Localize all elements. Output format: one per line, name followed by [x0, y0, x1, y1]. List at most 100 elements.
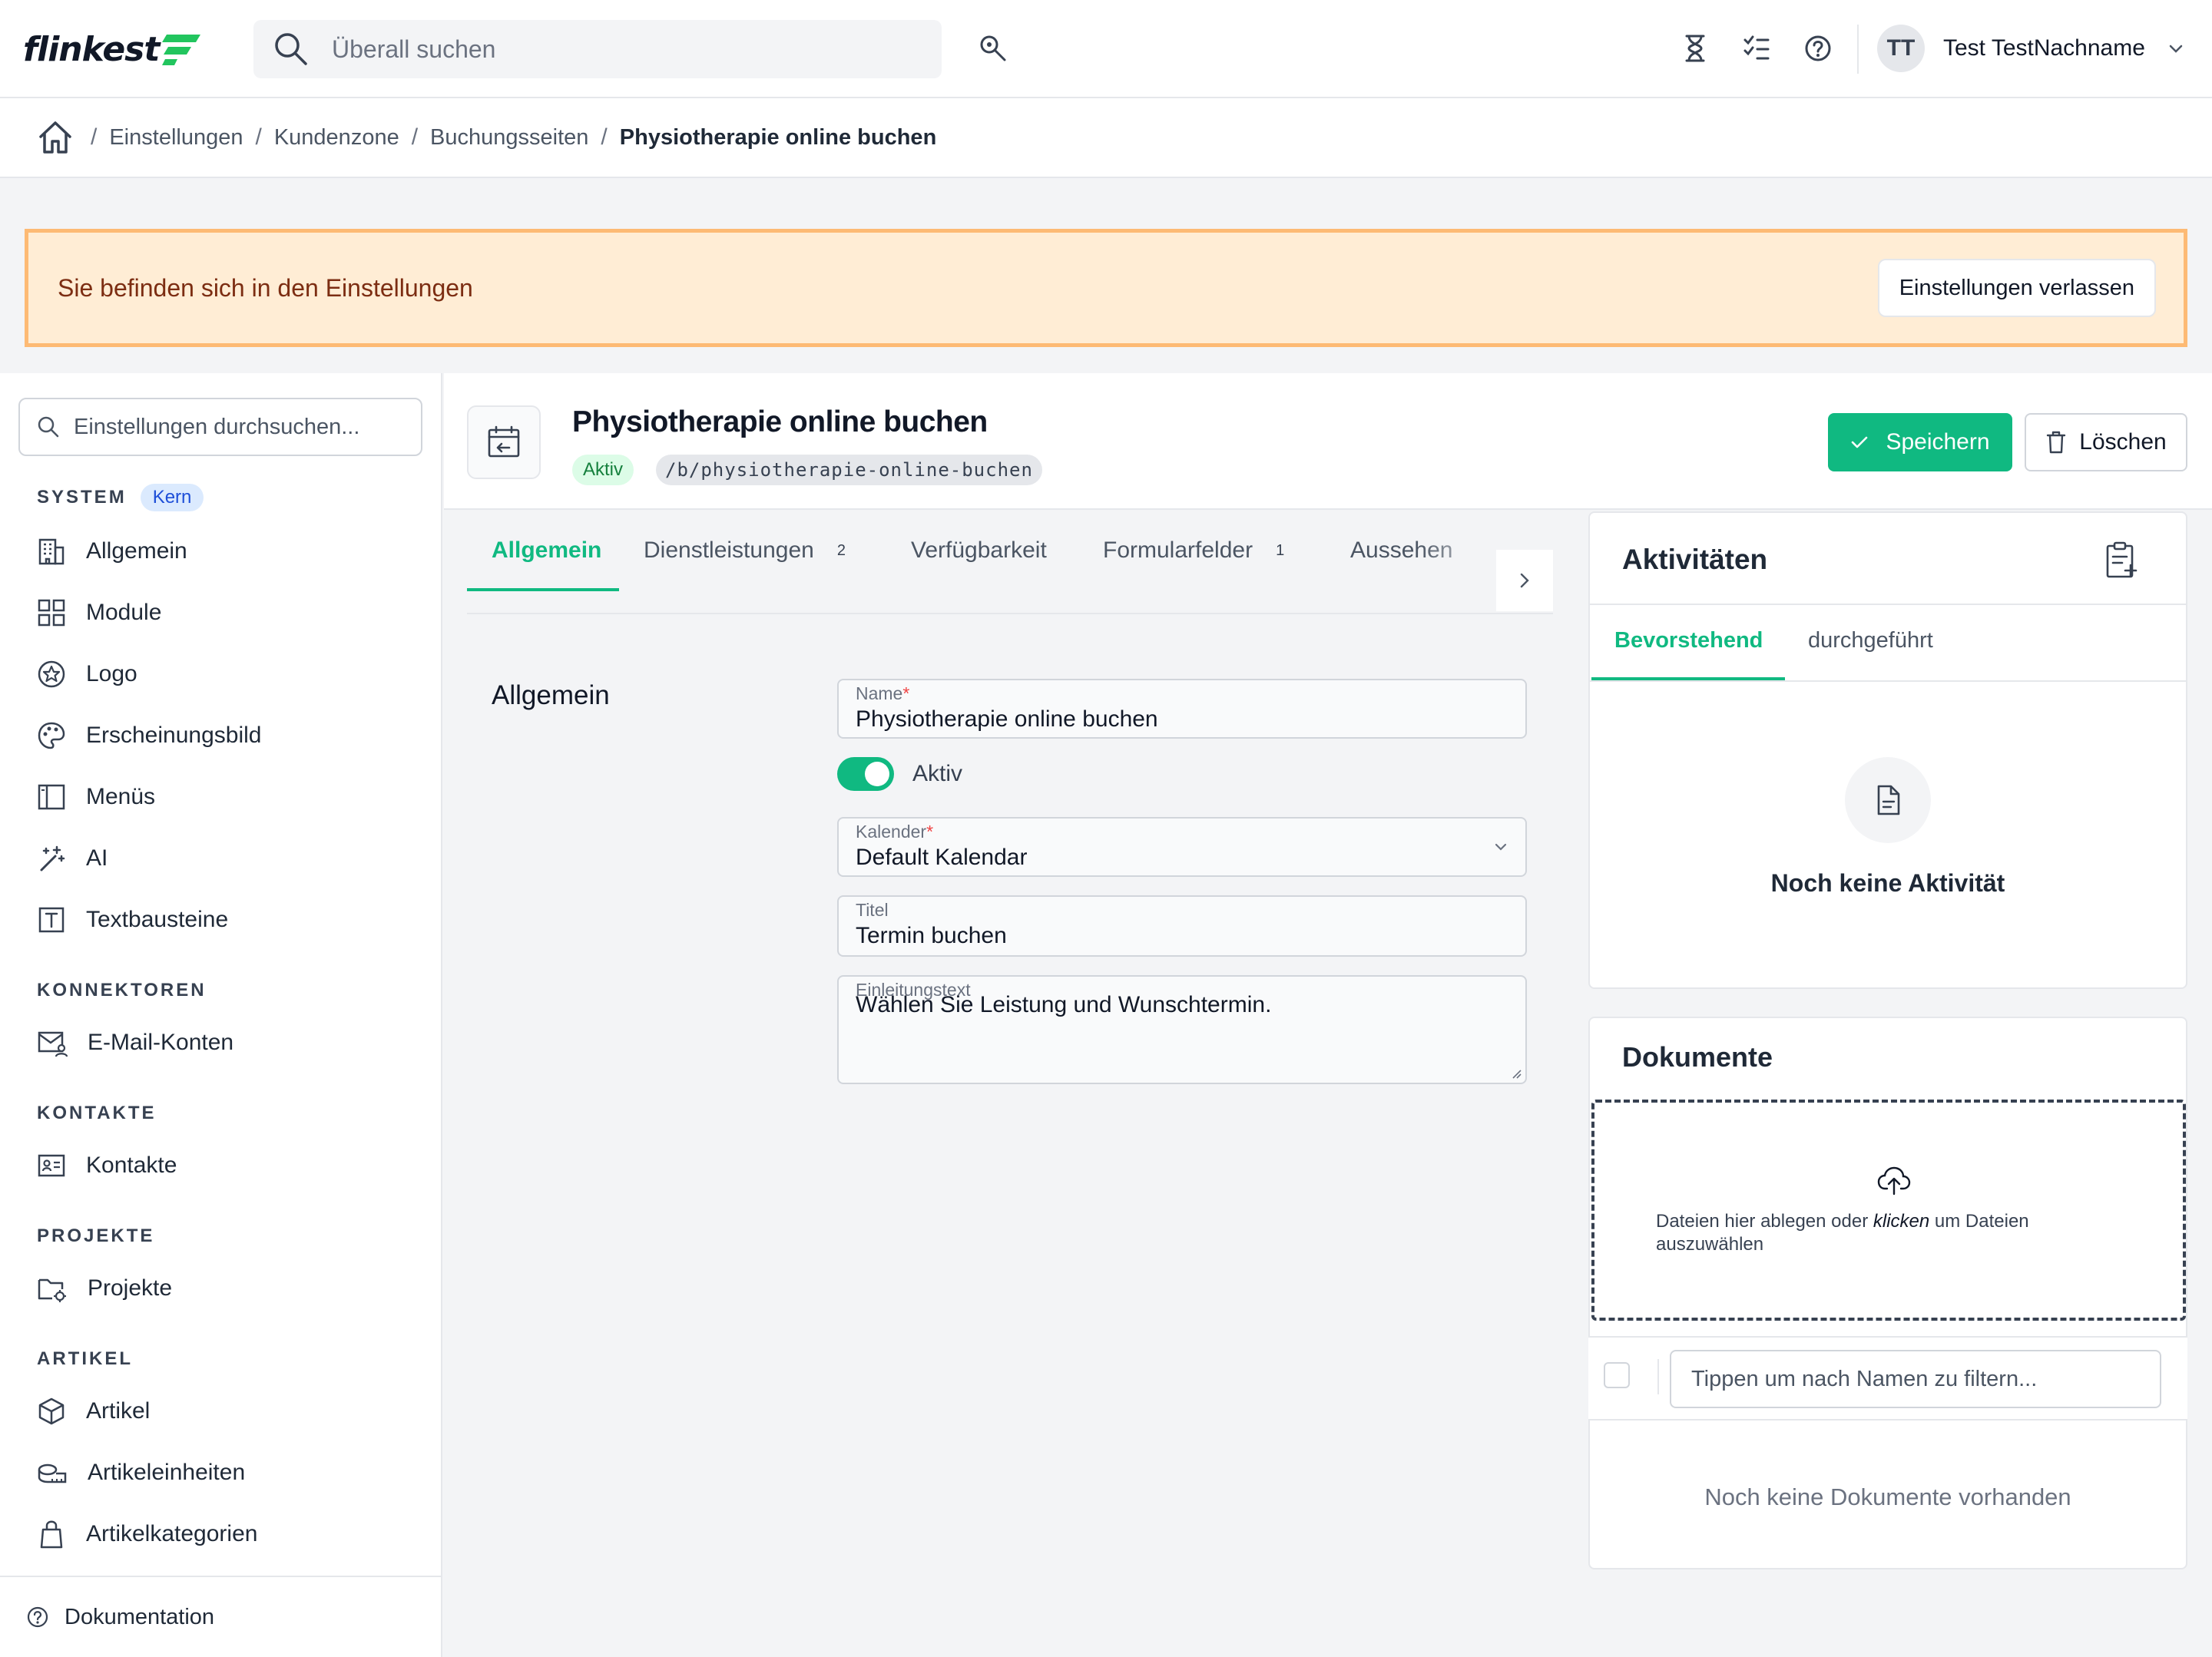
breadcrumb-item[interactable]: Buchungsseiten — [430, 125, 588, 150]
sidebar-item-kontakte[interactable]: Kontakte — [37, 1143, 177, 1189]
section-title: PROJEKTE — [37, 1225, 155, 1246]
sidebar-item-module[interactable]: Module — [37, 590, 161, 636]
topbar-divider — [1857, 25, 1859, 74]
activities-body-divider — [1590, 680, 2186, 682]
sidebar-item-label: E-Mail-Konten — [88, 1030, 234, 1055]
calendar-select[interactable]: Kalender* Default Kalendar — [837, 817, 1527, 877]
sidebar-item-logo[interactable]: Logo — [37, 651, 137, 697]
tab-allgemein[interactable]: Allgemein — [492, 537, 601, 564]
tab-done[interactable]: durchgeführt — [1808, 628, 1933, 653]
chevron-down-icon — [1495, 843, 1507, 851]
sidebar-item-label: Module — [86, 600, 162, 625]
section-system: SYSTEM Kern — [37, 484, 204, 511]
palette-icon — [38, 722, 65, 749]
building-icon — [38, 538, 65, 565]
ruler-icon — [38, 1464, 67, 1483]
search-icon — [275, 33, 307, 65]
logo-text: flinkest — [23, 29, 160, 69]
chevron-right-icon — [1520, 573, 1529, 588]
slug-badge: /b/physiotherapie-online-buchen — [656, 455, 1042, 485]
documentation-link[interactable]: Dokumentation — [0, 1576, 442, 1657]
empty-activity-text: Noch keine Aktivität — [1770, 869, 2005, 897]
sidebar-item-artikeleinheiten[interactable]: Artikeleinheiten — [37, 1450, 245, 1496]
activities-panel: Aktivitäten Bevorstehend durchgeführt No… — [1588, 511, 2187, 989]
title-value: Termin buchen — [856, 923, 1007, 948]
sidebar-item-label: Artikelkategorien — [86, 1521, 258, 1546]
name-field[interactable]: Name* Physiotherapie online buchen — [837, 679, 1527, 739]
intro-textarea[interactable]: Einleitungstext Wählen Sie Leistung und … — [837, 975, 1527, 1084]
top-bar: flinkest Überall suchen TT Test TestNach… — [0, 0, 2212, 98]
active-toggle-label: Aktiv — [912, 761, 963, 786]
sidebar-item-label: AI — [86, 845, 108, 871]
breadcrumb-item[interactable]: Einstellungen — [109, 125, 243, 150]
name-value: Physiotherapie online buchen — [856, 706, 1158, 732]
sidebar-item-artikel[interactable]: Artikel — [37, 1388, 150, 1434]
tab-label: Verfügbarkeit — [911, 537, 1047, 563]
cloud-upload-icon — [1877, 1166, 1911, 1196]
documents-title: Dokumente — [1622, 1041, 1773, 1073]
tab-upcoming[interactable]: Bevorstehend — [1614, 628, 1763, 653]
add-activity-icon[interactable] — [2104, 541, 2138, 579]
save-button[interactable]: Speichern — [1828, 413, 2012, 471]
intro-value: Wählen Sie Leistung und Wunschtermin. — [856, 992, 1272, 1017]
sidebar-item-ai[interactable]: AI — [37, 835, 108, 881]
search-placeholder: Überall suchen — [332, 35, 496, 63]
shopping-bag-icon — [40, 1520, 63, 1549]
field-label: Titel — [856, 900, 889, 920]
tab-count: 2 — [836, 541, 846, 559]
sidebar-item-menus[interactable]: Menüs — [37, 774, 155, 820]
active-toggle[interactable] — [837, 757, 894, 791]
calendar-value: Default Kalendar — [856, 845, 1028, 870]
folder-gear-icon — [38, 1278, 66, 1302]
delete-label: Löschen — [2079, 429, 2167, 455]
file-dropzone[interactable]: Dateien hier ablegen oder klicken um Dat… — [1591, 1100, 2186, 1321]
select-all-checkbox[interactable] — [1604, 1362, 1630, 1388]
sidebar-item-label: Erscheinungsbild — [86, 723, 262, 748]
logo-mark-icon — [162, 35, 201, 65]
mail-user-icon — [38, 1031, 68, 1057]
settings-search-input[interactable]: Einstellungen durchsuchen... — [18, 398, 422, 456]
resize-handle-icon[interactable] — [1510, 1067, 1522, 1080]
section-projects: PROJEKTE — [37, 1225, 154, 1247]
dropzone-text: Dateien hier ablegen oder klicken um Dat… — [1656, 1211, 2029, 1255]
help-icon[interactable] — [1803, 34, 1833, 63]
sidebar-item-artikelkategorien[interactable]: Artikelkategorien — [37, 1511, 257, 1557]
user-menu[interactable]: TT Test TestNachname — [1877, 25, 2184, 72]
tab-count: 1 — [1276, 541, 1285, 559]
box-icon — [38, 1397, 65, 1425]
tab-verfuegbarkeit[interactable]: Verfügbarkeit — [911, 537, 1047, 564]
tab-formularfelder[interactable]: Formularfelder 1 — [1103, 537, 1284, 564]
delete-button[interactable]: Löschen — [2025, 413, 2187, 471]
document-filter-input[interactable]: Tippen um nach Namen zu filtern... — [1670, 1350, 2161, 1408]
help-icon — [27, 1606, 48, 1628]
sidebar-item-textbausteine[interactable]: Textbausteine — [37, 897, 228, 943]
checklist-icon[interactable] — [1742, 34, 1771, 63]
active-toggle-row[interactable]: Aktiv — [837, 757, 962, 791]
search-icon — [38, 416, 59, 438]
advanced-search-icon[interactable] — [979, 34, 1008, 63]
hourglass-icon[interactable] — [1682, 34, 1708, 63]
breadcrumb-current: Physiotherapie online buchen — [619, 124, 937, 150]
sidebar-item-label: Artikeleinheiten — [88, 1460, 246, 1485]
banner-text: Sie befinden sich in den Einstellungen — [58, 273, 473, 302]
title-field[interactable]: Titel Termin buchen — [837, 895, 1527, 957]
tab-scroll-right[interactable] — [1496, 550, 1553, 611]
breadcrumb: / Einstellungen / Kundenzone / Buchungss… — [0, 98, 2212, 178]
tab-dienstleistungen[interactable]: Dienstleistungen 2 — [644, 537, 846, 564]
breadcrumb-item[interactable]: Kundenzone — [274, 125, 399, 150]
grid-icon — [38, 599, 65, 627]
section-title: SYSTEM — [37, 487, 127, 508]
sidebar-item-allgemein[interactable]: Allgemein — [37, 528, 187, 574]
sidebar-item-label: Projekte — [88, 1275, 173, 1301]
home-icon[interactable] — [37, 120, 74, 155]
logo[interactable]: flinkest — [23, 26, 202, 72]
section-articles: ARTIKEL — [37, 1348, 133, 1370]
magic-wand-icon — [40, 845, 65, 871]
sidebar-item-erscheinungsbild[interactable]: Erscheinungsbild — [37, 713, 261, 759]
sidebar-item-email-accounts[interactable]: E-Mail-Konten — [37, 1020, 233, 1066]
leave-settings-button[interactable]: Einstellungen verlassen — [1877, 259, 2156, 317]
page-icon — [467, 405, 541, 479]
sidebar-item-projekte[interactable]: Projekte — [37, 1265, 172, 1311]
global-search[interactable]: Überall suchen — [253, 20, 942, 78]
documentation-label: Dokumentation — [65, 1604, 215, 1629]
